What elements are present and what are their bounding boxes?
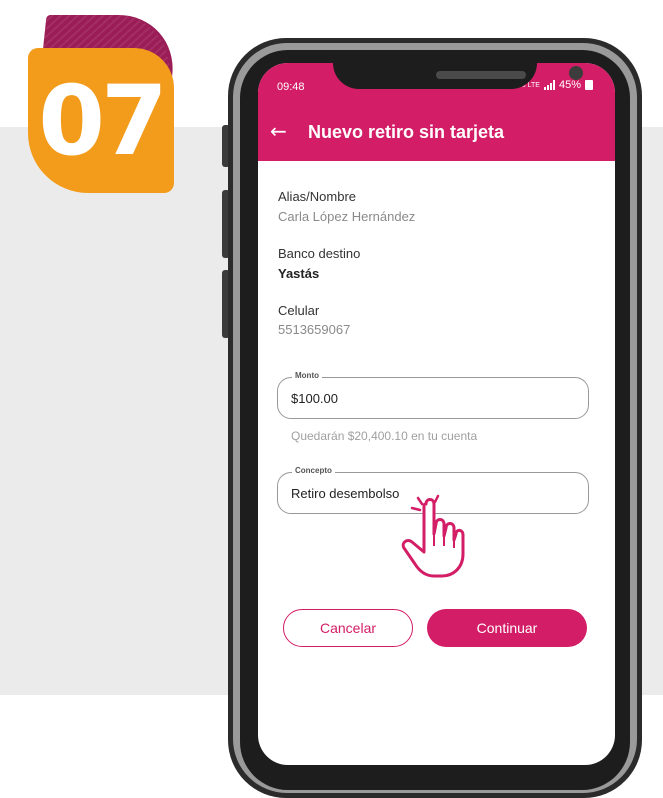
amount-field-label: Monto [292, 371, 322, 380]
bank-label: Banco destino [278, 246, 361, 261]
battery-percent: 45% [558, 79, 581, 91]
step-number: 07 [38, 64, 168, 177]
cancel-button[interactable]: Cancelar [283, 609, 413, 647]
status-time: 09:48 [277, 81, 305, 93]
bank-value: Yastás [278, 266, 320, 281]
step-badge: 07 [28, 48, 174, 193]
balance-helper-text: Quedarán $20,400.10 en tu cuenta [291, 429, 478, 443]
alias-label: Alias/Nombre [278, 189, 357, 204]
phone-screen: 09:48 ≈ Vo0 LTE 45% ← Nuevo retiro sin t… [258, 63, 615, 765]
phone-label: Celular [278, 303, 320, 318]
front-camera [569, 66, 583, 80]
speaker-grille [436, 71, 526, 79]
signal-icon [543, 80, 555, 90]
phone-value: 5513659067 [278, 322, 351, 337]
amount-value: $100.00 [291, 391, 338, 406]
battery-icon [585, 80, 593, 90]
concept-field-label: Concepto [292, 466, 335, 475]
arrow-left-icon[interactable]: ← [270, 121, 287, 141]
page-title: Nuevo retiro sin tarjeta [308, 122, 505, 142]
concept-value: Retiro desembolso [291, 486, 400, 501]
alias-value: Carla López Hernández [278, 209, 416, 224]
amount-field[interactable]: Monto $100.00 [277, 371, 589, 419]
continue-button[interactable]: Continuar [427, 609, 587, 647]
phone-notch [333, 63, 583, 89]
pointing-hand-icon [401, 494, 465, 578]
